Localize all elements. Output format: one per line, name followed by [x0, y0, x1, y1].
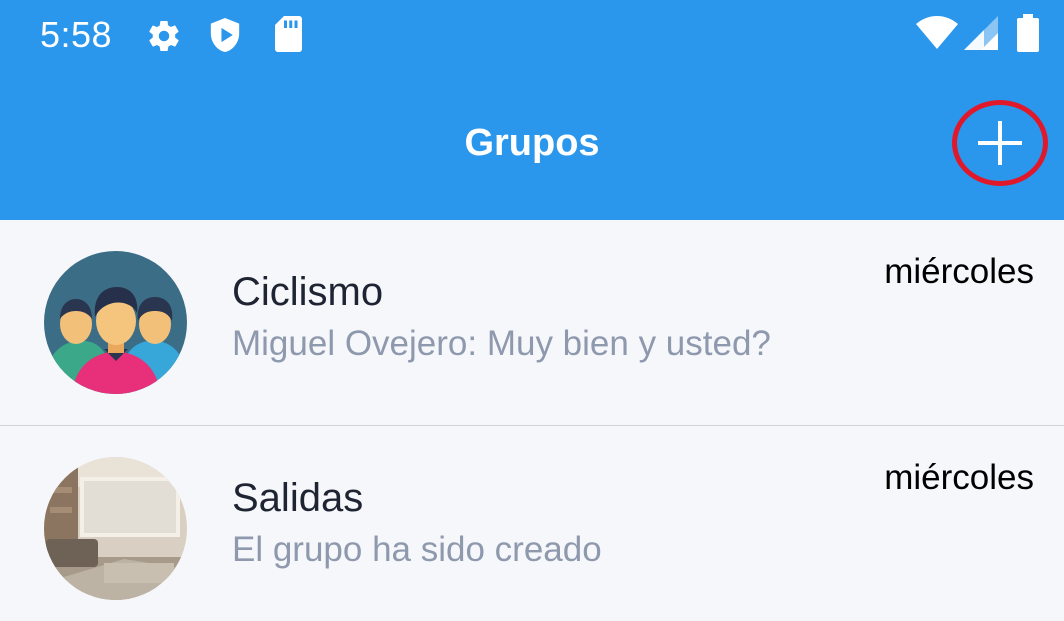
room-photo-avatar	[44, 457, 187, 600]
groups-list: Ciclismo Miguel Ovejero: Muy bien y uste…	[0, 220, 1064, 621]
plus-icon	[978, 121, 1022, 165]
sd-card-icon	[272, 16, 302, 52]
people-group-avatar	[44, 251, 187, 394]
group-row-salidas[interactable]: Salidas El grupo ha sido creado miércole…	[0, 426, 1064, 621]
group-name: Ciclismo	[232, 270, 384, 314]
group-date: miércoles	[884, 458, 1034, 497]
status-bar: 5:58	[0, 0, 1064, 72]
signal-icon	[964, 16, 998, 50]
group-row-ciclismo[interactable]: Ciclismo Miguel Ovejero: Muy bien y uste…	[0, 220, 1064, 426]
shield-play-icon	[208, 16, 242, 54]
group-name: Salidas	[232, 476, 364, 520]
group-last-message: El grupo ha sido creado	[232, 530, 602, 569]
group-date: miércoles	[884, 252, 1034, 291]
add-group-button[interactable]	[952, 100, 1048, 186]
wifi-icon	[916, 16, 958, 50]
group-last-message: Miguel Ovejero: Muy bien y usted?	[232, 324, 771, 363]
status-time: 5:58	[40, 14, 113, 55]
settings-icon	[146, 18, 182, 54]
page-title: Grupos	[464, 122, 600, 164]
battery-icon	[1017, 14, 1039, 52]
